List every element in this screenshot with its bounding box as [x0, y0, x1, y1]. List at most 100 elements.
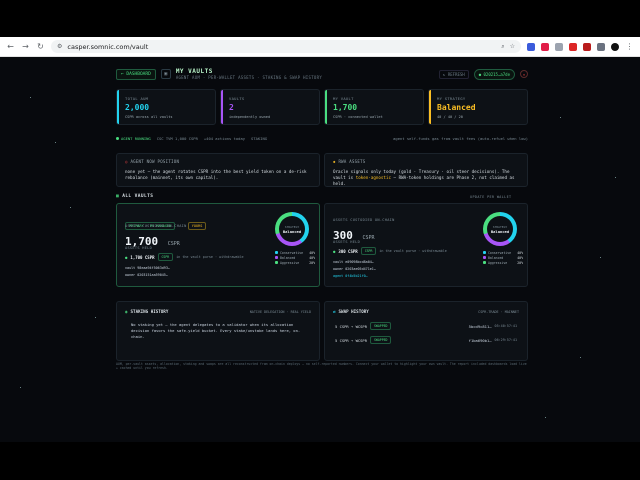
- dashboard-button[interactable]: ← DASHBOARD: [116, 68, 156, 80]
- stat-value: 2,000: [125, 103, 150, 112]
- vault-card-secondary[interactable]: ASSETS CUSTODIED ON-CHAIN 300 CSPR ASSET…: [324, 203, 528, 287]
- custodied-label: ASSETS CUSTODIED ON-CHAIN: [333, 218, 395, 222]
- legend-name: Aggressive: [280, 260, 300, 265]
- swap-status-chip: SWAPPED: [370, 336, 392, 344]
- swap-amount: 5 CSPR → WCSPR: [335, 337, 368, 343]
- stat-desc: 40 / 40 / 20: [437, 115, 463, 119]
- title-block: MY VAULTS AGENT AUM · PER-WALLET ASSETS …: [176, 68, 322, 80]
- legend-name: Conservative: [488, 250, 512, 255]
- donut-value: Balanced: [490, 228, 510, 234]
- stat-my-strategy: MY STRATEGY Balanced 40 / 40 / 20: [428, 89, 528, 125]
- coin-icon: ◆: [333, 159, 336, 164]
- legend-pct: 20%: [517, 260, 523, 265]
- custodied-label: ASSETS CUSTODIED ON-CHAIN: [125, 224, 187, 228]
- back-icon[interactable]: ←: [6, 42, 15, 51]
- agent-position-card: ◎ AGENT NOW POSITION none yet — the agen…: [116, 153, 320, 187]
- network-status: CSC TVM 1,000 CSPR: [156, 135, 198, 141]
- stat-desc: CSPR · connected wallet: [333, 115, 383, 119]
- strategy-legend: Conservative 40% Balanced 40% Aggressive 20…: [483, 250, 523, 265]
- donut-value: Balanced: [282, 228, 302, 234]
- agent-running-label: AGENT RUNNING: [121, 135, 151, 141]
- legend-item: Balanced 40%: [483, 255, 523, 260]
- menu-kebab-icon[interactable]: ⋮: [625, 42, 634, 51]
- rwa-heading: ◆ RWA ASSETS: [333, 159, 527, 164]
- zoom-icon[interactable]: ⌕: [501, 43, 504, 51]
- strategy-donut: STRATEGY Balanced: [275, 212, 309, 246]
- vault-page: ← DASHBOARD ▣ MY VAULTS AGENT AUM · PER-…: [0, 57, 640, 442]
- vault-card-primary[interactable]: PRIMARY · MY MANAGED YOURS ASSETS CUSTOD…: [116, 203, 320, 287]
- gas-note: agent self-funds gas from vault fees (au…: [393, 135, 528, 141]
- assets-held-label: ASSETS HELD: [125, 246, 153, 250]
- held-note: in the vault purse · withdrawable: [176, 255, 244, 259]
- refresh-button[interactable]: ↻ REFRESH: [439, 69, 469, 79]
- agent-position-body: none yet — the agent rotates CSPR into t…: [125, 169, 307, 180]
- target-icon: ◎: [125, 159, 128, 164]
- rwa-title: RWA ASSETS: [338, 159, 366, 164]
- held-chip: CSPR: [360, 247, 377, 255]
- vaults-list-icon: ▦: [116, 194, 120, 199]
- staking-status: STAKING: [251, 135, 268, 141]
- actions-count: +404 actions today: [203, 135, 246, 141]
- browser-toolbar: ← → ↻ ⚙ casper.somnic.com/vault ⌕ ☆ ⋮: [0, 37, 640, 57]
- swap-hash-link[interactable]: f1ba690b1…: [469, 338, 492, 343]
- wallet-account-badge[interactable]: ● 020215…a7de: [473, 68, 515, 80]
- extension-red-icon[interactable]: [583, 42, 591, 51]
- disconnect-icon[interactable]: ✕: [520, 70, 528, 78]
- rwa-assets-card: ◆ RWA ASSETS Oracle signals only today (…: [324, 153, 528, 187]
- bookmark-star-icon[interactable]: ☆: [510, 43, 515, 50]
- site-info-icon[interactable]: ⚙: [57, 43, 62, 50]
- stat-desc: independently owned: [229, 115, 271, 119]
- legend-item: Conservative 40%: [275, 250, 315, 255]
- agent-address[interactable]: agent 0f4b5b21f0…: [333, 274, 368, 278]
- swap-icon: ⇄: [333, 309, 336, 314]
- stat-vaults: VAULTS 2 independently owned: [220, 89, 320, 125]
- swap-hash-link[interactable]: 5bcd9c811…: [469, 324, 492, 329]
- legend-item: Balanced 40%: [275, 255, 315, 260]
- extensions-puzzle-icon[interactable]: [597, 42, 605, 51]
- all-vaults-title: ALL VAULTS: [122, 194, 154, 199]
- all-vaults-heading: ▦ ALL VAULTS: [116, 194, 153, 199]
- reload-icon[interactable]: ↻: [36, 42, 45, 51]
- vault-address[interactable]: vault e09098bcd8a04…: [333, 260, 374, 264]
- strategy-donut: STRATEGY Balanced: [483, 212, 517, 246]
- held-amount: 1,700 CSPR: [130, 254, 155, 260]
- legend-item: Conservative 40%: [483, 250, 523, 255]
- legend-name: Conservative: [280, 250, 304, 255]
- vault-address[interactable]: vault 98eaa94f5063d93…: [125, 266, 170, 270]
- stat-label: VAULTS: [229, 96, 245, 101]
- cspr-coin-icon: ●: [125, 254, 128, 260]
- legend-pct: 40%: [309, 255, 315, 260]
- yours-tag: YOURS: [187, 222, 207, 230]
- extension-mail-icon[interactable]: [555, 42, 563, 51]
- swap-amount: 5 CSPR → WCSPR: [335, 323, 368, 329]
- staking-icon: ◉: [125, 309, 128, 314]
- held-amount: 300 CSPR: [338, 248, 358, 254]
- profile-avatar[interactable]: [611, 42, 619, 51]
- legend-name: Aggressive: [488, 260, 508, 265]
- extension-gift-icon[interactable]: [569, 42, 577, 51]
- vault-amount-unit: CSPR: [167, 241, 180, 247]
- legend-item: Aggressive 20%: [275, 260, 315, 265]
- stat-total-aum: TOTAL AUM 2,000 CSPR across all vaults: [116, 89, 216, 125]
- rwa-body: Oracle signals only today (gold · Treasu…: [333, 169, 519, 187]
- owner-address[interactable]: owner 0203ae05d471e1…: [333, 267, 376, 271]
- extension-heart-icon[interactable]: [541, 42, 549, 51]
- forward-icon[interactable]: →: [21, 42, 30, 51]
- owner-address[interactable]: owner 0203151aa59045…: [125, 273, 168, 277]
- page-title: MY VAULTS: [175, 68, 213, 75]
- page-subtitle: AGENT AUM · PER-WALLET ASSETS · STAKING …: [175, 75, 323, 80]
- swap-time: 05:40:57:41: [494, 324, 517, 328]
- agent-status-bar: AGENT RUNNING CSC TVM 1,000 CSPR +404 ac…: [116, 133, 528, 143]
- swap-history-card: ⇄ SWAP HISTORY CSPR.TRADE · MAINNET 5 CSPR…: [324, 301, 528, 361]
- vaults-update-note: UPDATE PER WALLET: [470, 195, 512, 199]
- swap-row[interactable]: 5 CSPR → WCSPR SWAPPED f1ba690b1… 06:29:…: [335, 336, 517, 344]
- extension-grid-icon[interactable]: [527, 42, 535, 51]
- legend-name: Balanced: [488, 255, 504, 260]
- status-dot-icon: [116, 136, 119, 140]
- stat-my-vault: MY VAULT 1,700 CSPR · connected wallet: [324, 89, 424, 125]
- held-chip: CSPR: [157, 253, 174, 261]
- swap-row[interactable]: 5 CSPR → WCSPR SWAPPED 5bcd9c811… 05:40:…: [335, 322, 517, 330]
- address-bar[interactable]: ⚙ casper.somnic.com/vault ⌕ ☆: [51, 40, 521, 53]
- assets-held-row: ● 1,700 CSPR CSPR in the vault purse · w…: [125, 253, 244, 261]
- stat-label: TOTAL AUM: [125, 96, 149, 101]
